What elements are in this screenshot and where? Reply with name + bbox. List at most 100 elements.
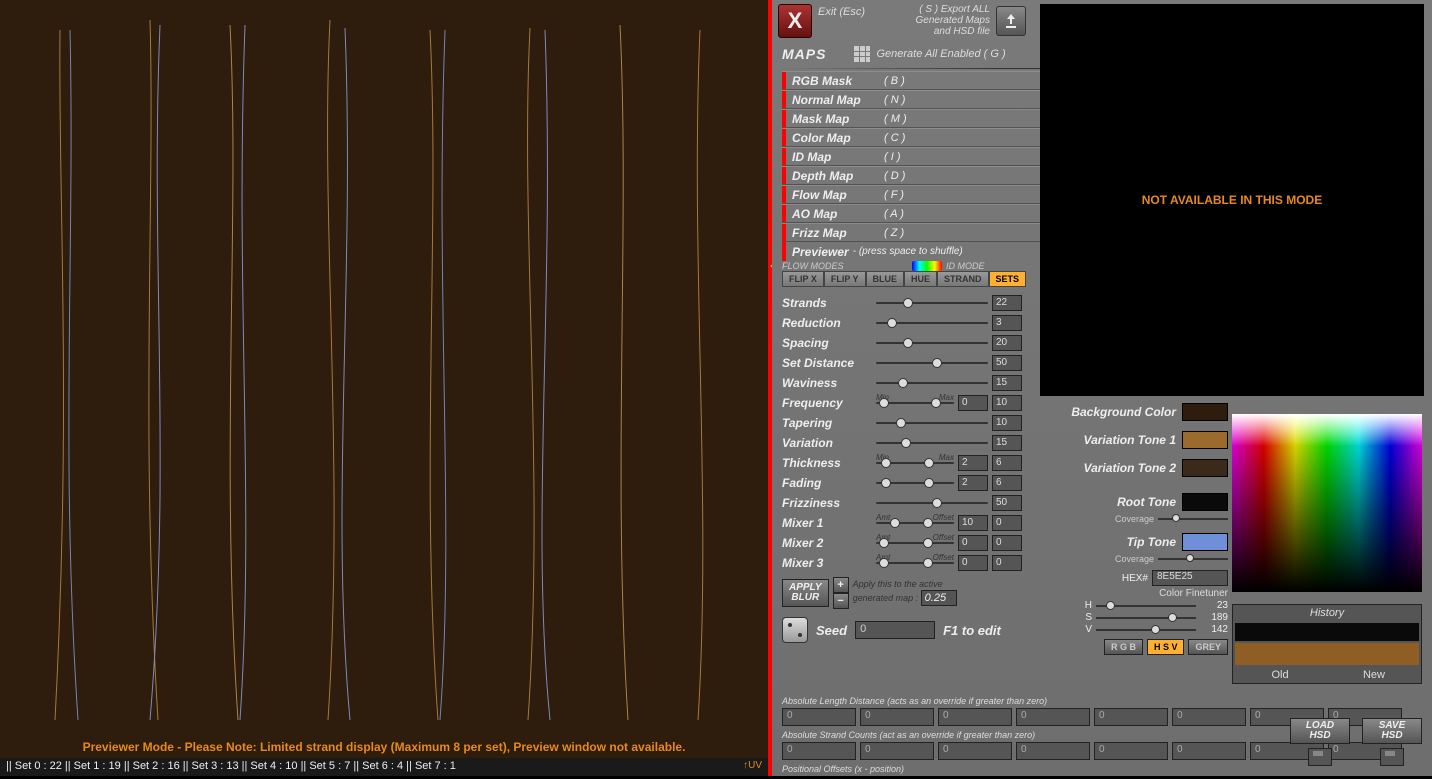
blur-plus-button[interactable]: + bbox=[833, 577, 849, 593]
abs-override-input[interactable]: 0 bbox=[860, 742, 934, 760]
generate-all-button[interactable]: Generate All Enabled ( G ) bbox=[854, 46, 1005, 62]
abs-override-input[interactable]: 0 bbox=[938, 708, 1012, 726]
slider-frizziness: Frizziness50 bbox=[782, 493, 1022, 513]
slider-track[interactable]: AmtOffset bbox=[876, 556, 954, 570]
slider-track[interactable] bbox=[876, 436, 988, 450]
variation2-swatch[interactable] bbox=[1182, 459, 1228, 477]
slider-track[interactable]: MinMax bbox=[876, 456, 954, 470]
apply-blur-button[interactable]: APPLY BLUR bbox=[782, 579, 829, 607]
slider-spacing: Spacing20 bbox=[782, 333, 1022, 353]
slider-value[interactable]: 10 bbox=[958, 515, 988, 531]
map-preview-area: NOT AVAILABLE IN THIS MODE bbox=[1040, 4, 1424, 396]
slider-track[interactable]: AmtOffset bbox=[876, 536, 954, 550]
mode-flip-x[interactable]: FLIP X bbox=[782, 271, 824, 287]
bg-color-swatch[interactable] bbox=[1182, 403, 1228, 421]
color-picker-field[interactable] bbox=[1232, 414, 1422, 592]
exit-button[interactable]: X bbox=[778, 4, 812, 38]
abs-override-input[interactable]: 0 bbox=[1172, 742, 1246, 760]
slider-value[interactable]: 20 bbox=[992, 335, 1022, 351]
abs-override-input[interactable]: 0 bbox=[1016, 708, 1090, 726]
dice-icon[interactable] bbox=[782, 617, 808, 643]
slider-value[interactable]: 15 bbox=[992, 375, 1022, 391]
slider-value[interactable]: 0 bbox=[958, 555, 988, 571]
new-label: New bbox=[1327, 667, 1421, 683]
hex-input[interactable]: 8E5E25 bbox=[1152, 570, 1228, 586]
abs-override-input[interactable]: 0 bbox=[1094, 708, 1168, 726]
history-label: History bbox=[1233, 605, 1421, 621]
slider-value-2[interactable]: 0 bbox=[992, 535, 1022, 551]
slider-value-2[interactable]: 0 bbox=[992, 555, 1022, 571]
hsv-slider[interactable] bbox=[1096, 613, 1196, 623]
save-hsd-button[interactable]: SAVE HSD bbox=[1362, 718, 1422, 744]
slider-value[interactable]: 0 bbox=[958, 395, 988, 411]
mode-hue[interactable]: HUE bbox=[904, 271, 937, 287]
abs-override-input[interactable]: 0 bbox=[938, 742, 1012, 760]
slider-fading: Fading26 bbox=[782, 473, 1022, 493]
slider-reduction: Reduction3 bbox=[782, 313, 1022, 333]
slider-track[interactable] bbox=[876, 296, 988, 310]
abs-override-input[interactable]: 0 bbox=[1172, 708, 1246, 726]
seed-input[interactable]: 0 bbox=[855, 621, 935, 639]
floppy-icon bbox=[1380, 748, 1404, 766]
slider-value[interactable]: 2 bbox=[958, 475, 988, 491]
slider-value-2[interactable]: 6 bbox=[992, 455, 1022, 471]
blur-minus-button[interactable]: − bbox=[833, 593, 849, 609]
old-label: Old bbox=[1233, 667, 1327, 683]
slider-variation: Variation15 bbox=[782, 433, 1022, 453]
abs-override-input[interactable]: 0 bbox=[1094, 742, 1168, 760]
slider-value[interactable]: 3 bbox=[992, 315, 1022, 331]
abs-override-input[interactable]: 0 bbox=[860, 708, 934, 726]
export-button[interactable] bbox=[996, 6, 1026, 36]
slider-frequency: FrequencyMinMax010 bbox=[782, 393, 1022, 413]
slider-value[interactable]: 2 bbox=[958, 455, 988, 471]
blur-value[interactable]: 0.25 bbox=[921, 590, 957, 606]
history-strip[interactable] bbox=[1235, 623, 1419, 641]
abs-override-input[interactable]: 0 bbox=[1016, 742, 1090, 760]
tip-coverage-slider[interactable] bbox=[1158, 555, 1228, 563]
root-tone-label: Root Tone bbox=[1117, 495, 1176, 509]
slider-track[interactable] bbox=[876, 496, 988, 510]
slider-track[interactable] bbox=[876, 316, 988, 330]
slider-value[interactable]: 50 bbox=[992, 355, 1022, 371]
hsv-slider[interactable] bbox=[1096, 625, 1196, 635]
sliders-section: Strands22Reduction3Spacing20Set Distance… bbox=[772, 287, 1032, 573]
mode-strand[interactable]: STRAND bbox=[937, 271, 989, 287]
mode-sets[interactable]: SETS bbox=[989, 271, 1027, 287]
slider-value[interactable]: 22 bbox=[992, 295, 1022, 311]
slider-strands: Strands22 bbox=[782, 293, 1022, 313]
slider-track[interactable] bbox=[876, 476, 954, 490]
hsv-v-row: V142 bbox=[1040, 624, 1228, 635]
slider-track[interactable] bbox=[876, 336, 988, 350]
tip-tone-swatch[interactable] bbox=[1182, 533, 1228, 551]
abs-override-input[interactable]: 0 bbox=[782, 742, 856, 760]
mode-blue[interactable]: BLUE bbox=[866, 271, 905, 287]
slider-value[interactable]: 50 bbox=[992, 495, 1022, 511]
root-coverage-slider[interactable] bbox=[1158, 515, 1228, 523]
slider-track[interactable] bbox=[876, 376, 988, 390]
slider-track[interactable] bbox=[876, 356, 988, 370]
variation1-swatch[interactable] bbox=[1182, 431, 1228, 449]
color-mode-rgb[interactable]: R G B bbox=[1104, 639, 1143, 655]
slider-track[interactable]: AmtOffset bbox=[876, 516, 954, 530]
color-mode-grey[interactable]: GREY bbox=[1188, 639, 1228, 655]
spectrum-icon bbox=[912, 261, 942, 271]
slider-value[interactable]: 10 bbox=[992, 415, 1022, 431]
abs-override-input[interactable]: 0 bbox=[782, 708, 856, 726]
hsv-value: 142 bbox=[1200, 624, 1228, 635]
load-hsd-button[interactable]: LOAD HSD bbox=[1290, 718, 1350, 744]
hsv-slider[interactable] bbox=[1096, 601, 1196, 611]
slider-track[interactable]: MinMax bbox=[876, 396, 954, 410]
slider-value[interactable]: 15 bbox=[992, 435, 1022, 451]
slider-waviness: Waviness15 bbox=[782, 373, 1022, 393]
slider-value[interactable]: 0 bbox=[958, 535, 988, 551]
flow-modes-header: FLOW MODES bbox=[782, 261, 912, 271]
slider-value-2[interactable]: 10 bbox=[992, 395, 1022, 411]
slider-value-2[interactable]: 6 bbox=[992, 475, 1022, 491]
mode-flip-y[interactable]: FLIP Y bbox=[824, 271, 866, 287]
slider-value-2[interactable]: 0 bbox=[992, 515, 1022, 531]
slider-track[interactable] bbox=[876, 416, 988, 430]
set-counts: || Set 0 : 22 || Set 1 : 19 || Set 2 : 1… bbox=[6, 760, 456, 774]
absolute-overrides: Absolute Length Distance (acts as an ove… bbox=[772, 694, 1432, 776]
color-mode-hsv[interactable]: H S V bbox=[1147, 639, 1185, 655]
root-tone-swatch[interactable] bbox=[1182, 493, 1228, 511]
